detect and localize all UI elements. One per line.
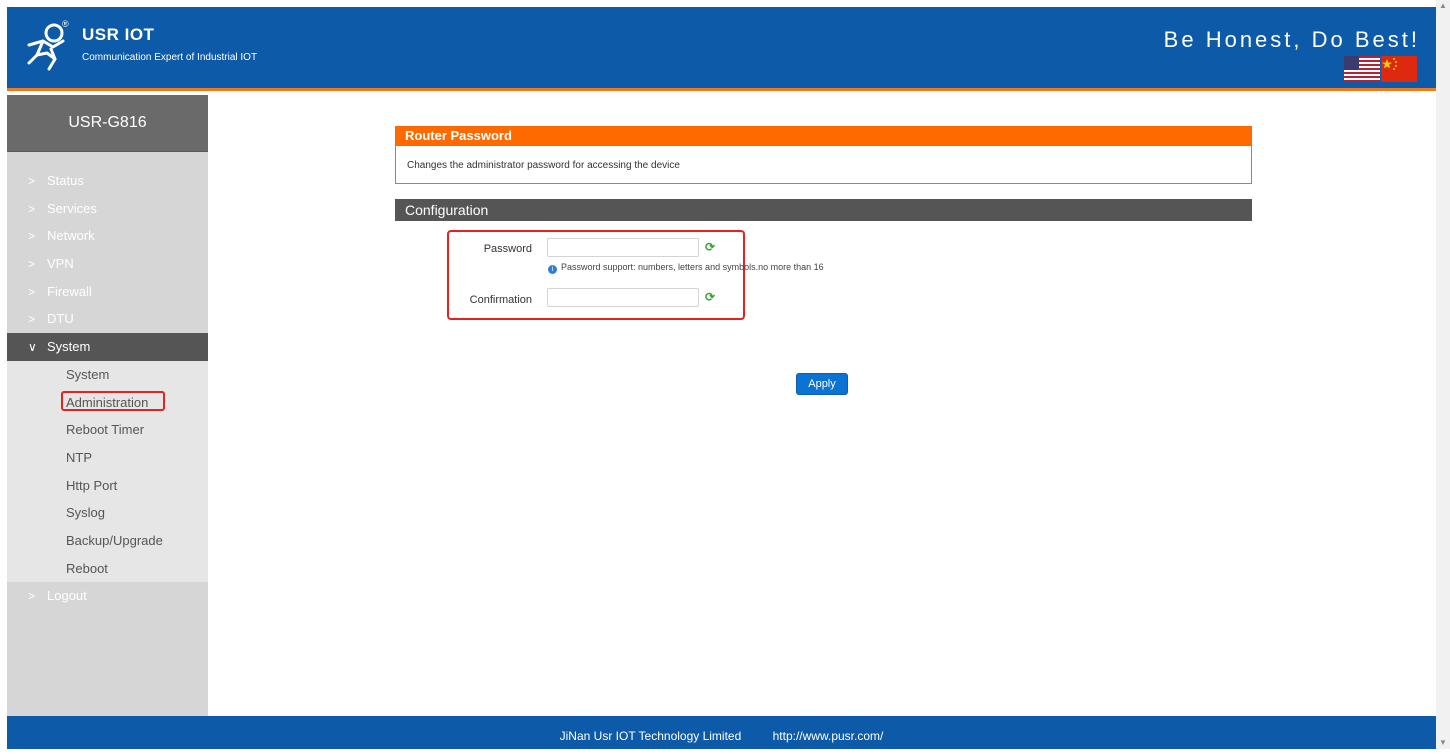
confirmation-input[interactable] [547, 288, 699, 307]
submenu-item-label: NTP [66, 449, 92, 465]
sidebar-item-status[interactable]: > Status [7, 167, 208, 195]
footer-url[interactable]: http://www.pusr.com/ [773, 729, 884, 743]
info-icon: i [548, 265, 557, 274]
sidebar-item-system[interactable]: ∨ System [7, 333, 208, 361]
chevron-right-icon: > [28, 229, 36, 244]
chevron-right-icon: > [28, 201, 36, 216]
submenu-item-label: Http Port [66, 477, 118, 493]
language-flags [1344, 56, 1417, 82]
highlight-box [61, 390, 165, 411]
submenu-item-syslog[interactable]: Syslog [7, 499, 208, 527]
brand-subtitle: Communication Expert of Industrial IOT [82, 52, 258, 63]
system-submenu: System Administration Reboot Timer NTP H… [7, 360, 208, 583]
password-input[interactable] [547, 238, 699, 257]
submenu-item-ntp[interactable]: NTP [7, 444, 208, 472]
sidebar-item-dtu[interactable]: > DTU [7, 305, 208, 333]
sidebar-item-services[interactable]: > Services [7, 195, 208, 223]
submenu-item-system[interactable]: System [7, 361, 208, 389]
china-flag-icon[interactable] [1381, 56, 1417, 82]
section-title: Router Password [395, 126, 1252, 146]
submenu-item-label: Reboot [66, 560, 108, 576]
chevron-right-icon: > [28, 174, 36, 188]
vertical-scrollbar[interactable]: ▲ ▼ [1436, 0, 1450, 749]
sidebar: USR-G816 > Status > Services > Network > VPN… [7, 95, 208, 716]
brand-name: USR IOT [82, 25, 155, 44]
apply-button[interactable]: Apply [796, 373, 848, 395]
password-label: Password [483, 243, 532, 255]
chevron-right-icon: > [28, 589, 36, 604]
chevron-right-icon: > [28, 257, 36, 272]
submenu-item-reboot-timer[interactable]: Reboot Timer [7, 416, 208, 444]
sidebar-item-label: Network [47, 228, 95, 244]
scroll-down-arrow-icon[interactable]: ▼ [1439, 739, 1447, 747]
refresh-icon[interactable]: ⟳ [705, 290, 715, 304]
submenu-item-administration[interactable]: Administration [7, 389, 208, 417]
password-hint: i Password support: numbers, letters and … [548, 262, 824, 274]
sidebar-item-label: VPN [47, 256, 74, 272]
password-hint-text: Password support: numbers, letters and s… [561, 262, 824, 272]
sidebar-item-label: Status [47, 173, 84, 188]
sidebar-item-network[interactable]: > Network [7, 222, 208, 250]
submenu-item-label: System [66, 366, 110, 382]
us-flag-icon[interactable] [1344, 56, 1380, 82]
submenu-item-label: Syslog [66, 505, 106, 521]
refresh-icon[interactable]: ⟳ [705, 240, 715, 254]
sidebar-item-logout[interactable]: > Logout [7, 582, 208, 610]
usr-logo-icon [27, 23, 65, 71]
submenu-item-backup-upgrade[interactable]: Backup/Upgrade [7, 527, 208, 555]
submenu-item-reboot[interactable]: Reboot [7, 555, 208, 583]
confirmation-label: Confirmation [469, 294, 532, 306]
footer: JiNan Usr IOT Technology Limited http://… [7, 716, 1436, 749]
registered-mark: ® [62, 19, 69, 29]
section-description: Changes the administrator password for a… [395, 146, 1252, 184]
submenu-item-label: Reboot Timer [66, 422, 145, 438]
sidebar-menu: > Status > Services > Network > VPN > Firewal… [7, 167, 208, 610]
configuration-title: Configuration [395, 199, 1252, 221]
footer-company: JiNan Usr IOT Technology Limited [559, 729, 742, 743]
top-strip [0, 0, 1450, 7]
sidebar-item-label: Logout [47, 588, 87, 604]
sidebar-item-firewall[interactable]: > Firewall [7, 278, 208, 306]
sidebar-item-label: Services [47, 200, 97, 216]
sidebar-item-label: Firewall [47, 283, 92, 299]
sidebar-item-label: DTU [47, 311, 74, 327]
sidebar-item-label: System [47, 339, 91, 355]
chevron-right-icon: > [28, 312, 36, 327]
header: ® USR IOT Communication Expert of Indust… [7, 7, 1436, 91]
chevron-right-icon: > [28, 284, 36, 299]
sidebar-item-vpn[interactable]: > VPN [7, 250, 208, 278]
submenu-item-http-port[interactable]: Http Port [7, 472, 208, 500]
slogan: Be Honest, Do Best! [1163, 27, 1420, 52]
submenu-item-label: Backup/Upgrade [66, 532, 163, 548]
device-model: USR-G816 [7, 95, 208, 152]
scroll-up-arrow-icon[interactable]: ▲ [1439, 2, 1447, 10]
chevron-down-icon: ∨ [28, 340, 37, 355]
